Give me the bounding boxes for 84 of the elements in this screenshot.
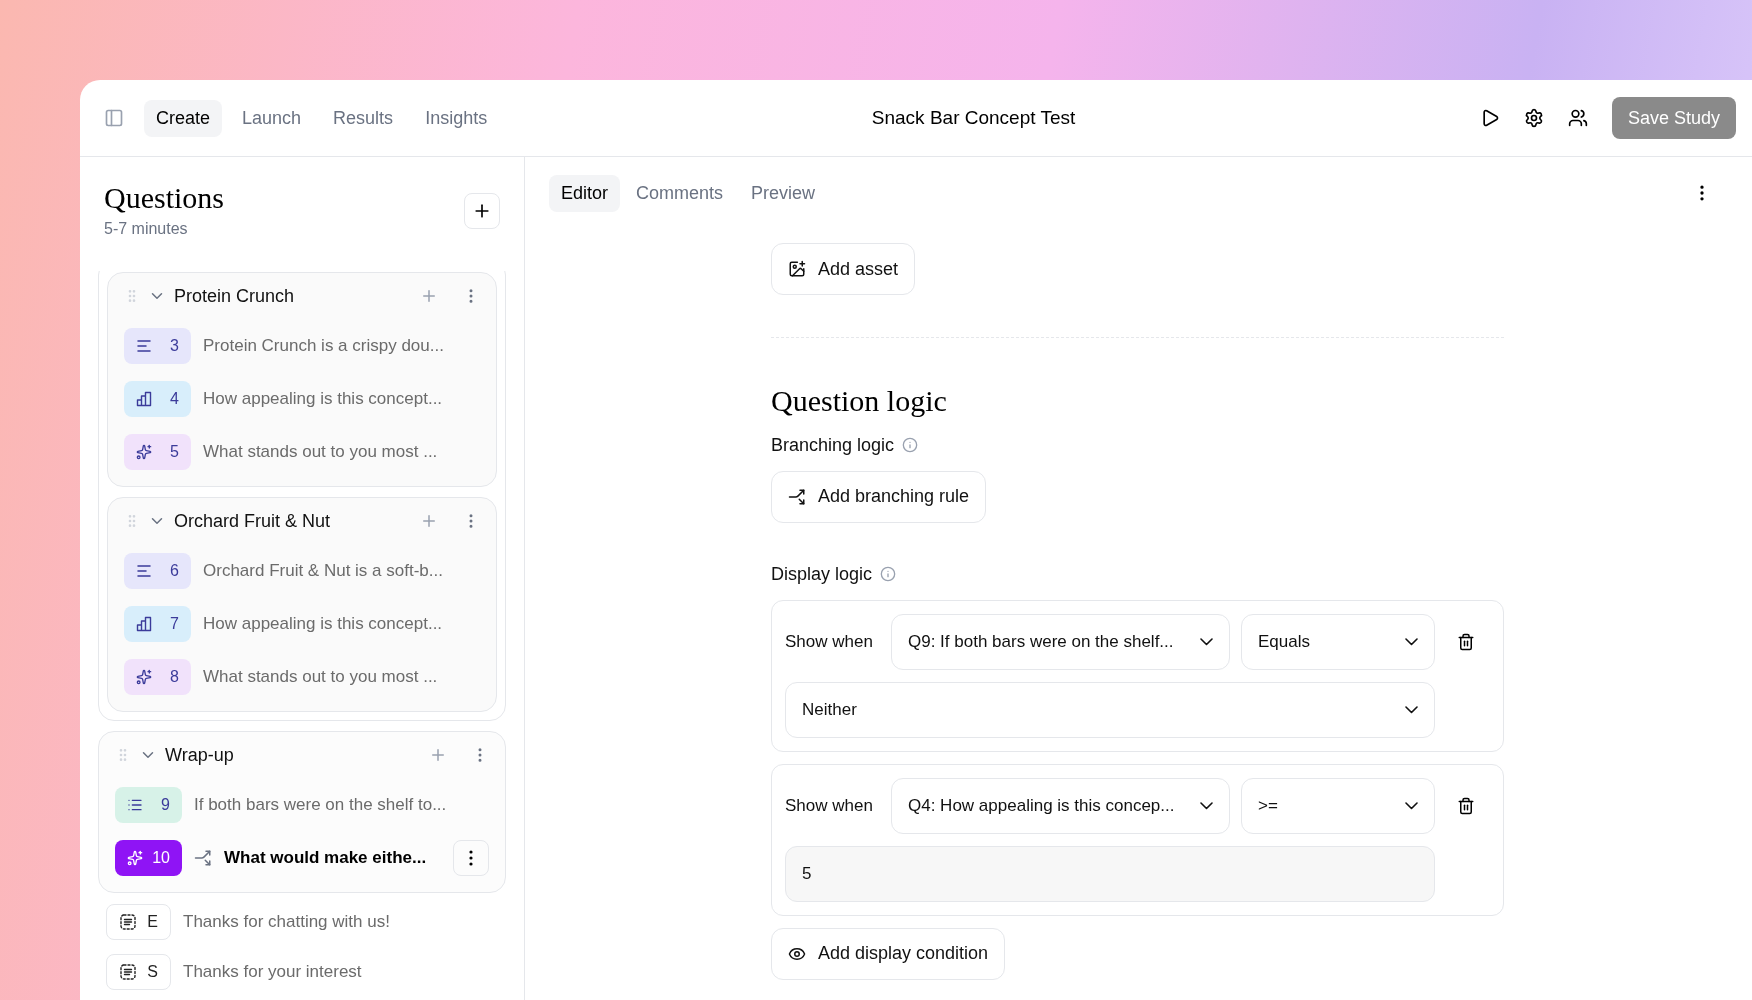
ending-badge[interactable]: S (106, 954, 171, 990)
bar-chart-icon (136, 390, 153, 407)
add-branching-button[interactable]: Add branching rule (771, 470, 987, 523)
delete-icon[interactable] (1457, 796, 1475, 815)
value-field[interactable]: 5 (785, 845, 1435, 902)
logic-heading: Question logic (771, 383, 947, 419)
question-number: 10 (152, 847, 170, 868)
dropdown[interactable]: Equals (1241, 613, 1435, 670)
editor-tab[interactable]: Comments (624, 174, 736, 212)
section-title[interactable]: Wrap-up (165, 741, 234, 769)
more-icon (469, 849, 473, 866)
question-badge[interactable]: 8 (124, 658, 191, 695)
ending-title[interactable]: Thanks for your interest (183, 959, 362, 985)
ending-title[interactable]: Thanks for chatting with us! (183, 909, 390, 935)
duration-text: 5-7 minutes (104, 218, 189, 239)
ending-letter: E (147, 912, 158, 932)
lines-icon (136, 563, 152, 578)
ending-letter: S (147, 962, 158, 982)
chevron-icon (1200, 637, 1213, 646)
section-title[interactable]: Orchard Fruit & Nut (174, 507, 331, 535)
section-title[interactable]: Protein Crunch (174, 282, 295, 310)
settings-icon[interactable] (1523, 108, 1544, 128)
question-badge[interactable]: 6 (124, 552, 191, 589)
question-badge[interactable]: 4 (124, 380, 191, 417)
sparkles-icon (127, 849, 143, 866)
question-number: 7 (170, 613, 179, 634)
users-icon[interactable] (1567, 108, 1588, 128)
dropdown[interactable]: Q9: If both bars were on the shelf... (891, 613, 1230, 670)
add-asset-button[interactable]: Add asset (771, 243, 916, 295)
dropdown[interactable]: Q4: How appealing is this concep... (891, 777, 1230, 834)
chevron-icon (1200, 801, 1213, 810)
add-question-button[interactable] (464, 193, 500, 229)
bar-chart-icon (136, 615, 153, 632)
chevron-icon (1405, 705, 1418, 714)
question-number: 6 (170, 560, 179, 581)
question-title[interactable]: What stands out to you most ... (203, 438, 438, 465)
condition-label: Show when (785, 794, 874, 817)
question-title[interactable]: If both bars were on the shelf to... (194, 791, 447, 818)
sparkles-icon (136, 443, 152, 460)
question-badge[interactable]: 10 (115, 839, 182, 876)
question-title[interactable]: How appealing is this concept... (203, 385, 443, 412)
dropdown[interactable]: Neither (785, 681, 1435, 738)
chevron-icon (1405, 801, 1418, 810)
question-number: 8 (170, 666, 179, 687)
message-icon (119, 913, 137, 931)
sparkles-icon (136, 668, 152, 685)
question-title[interactable]: How appealing is this concept... (203, 610, 443, 637)
add-condition-button[interactable]: Add display condition (771, 927, 1006, 980)
condition-label: Show when (785, 630, 874, 653)
question-number: 4 (170, 388, 179, 409)
question-number: 5 (170, 441, 179, 462)
nav-tab[interactable]: Insights (413, 99, 500, 137)
message-icon (119, 963, 137, 981)
dropdown[interactable]: >= (1241, 777, 1435, 834)
question-number: 3 (170, 335, 179, 356)
nav-tab[interactable]: Results (321, 99, 406, 137)
chevron-icon (1405, 637, 1418, 646)
branching-label: Branching logic (771, 433, 895, 457)
question-title[interactable]: Orchard Fruit & Nut is a soft-b... (203, 557, 443, 584)
editor-tab[interactable]: Preview (739, 174, 828, 212)
nav-tab[interactable]: Create (144, 99, 223, 137)
question-badge[interactable]: 5 (124, 433, 191, 470)
question-title[interactable]: Protein Crunch is a crispy dou... (203, 332, 444, 359)
branch-icon (194, 848, 212, 867)
question-title[interactable]: What would make eithe... (224, 844, 427, 871)
question-title[interactable]: What stands out to you most ... (203, 663, 438, 690)
nav-tab[interactable]: Launch (230, 99, 314, 137)
display-label: Display logic (771, 562, 873, 586)
info-icon[interactable] (880, 566, 897, 582)
questions-heading: Questions (104, 180, 224, 216)
question-badge[interactable]: 9 (115, 786, 182, 823)
more-button[interactable] (453, 839, 489, 876)
question-badge[interactable]: 7 (124, 605, 191, 642)
study-title: Snack Bar Concept Test (871, 105, 1076, 130)
info-icon[interactable] (902, 437, 919, 453)
question-badge[interactable]: 3 (124, 327, 191, 364)
delete-icon[interactable] (1457, 632, 1475, 651)
lines-icon (136, 338, 152, 353)
question-number: 9 (161, 794, 170, 815)
ending-badge[interactable]: E (106, 904, 171, 940)
sidebar-toggle-icon[interactable] (104, 108, 124, 128)
editor-tab[interactable]: Editor (549, 174, 621, 212)
image-icon (788, 260, 806, 278)
branch-icon (788, 487, 806, 506)
